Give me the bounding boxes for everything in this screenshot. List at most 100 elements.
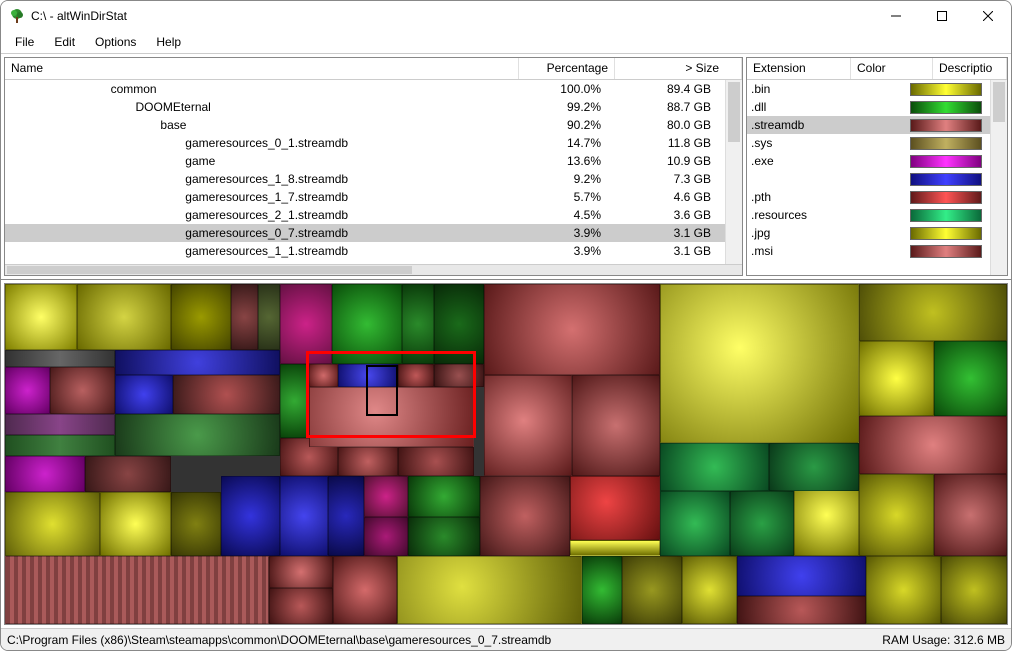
treemap-block[interactable]: [5, 435, 115, 456]
treemap-block[interactable]: [484, 375, 572, 476]
treemap-block[interactable]: [730, 491, 795, 556]
treemap-block[interactable]: [582, 556, 622, 624]
extension-row[interactable]: [747, 170, 990, 188]
file-tree-header[interactable]: Name Percentage > Size: [5, 58, 742, 80]
extension-row[interactable]: .streamdb: [747, 116, 990, 134]
treemap-block[interactable]: [570, 540, 660, 556]
file-row[interactable]: gameresources_0_1.streamdb14.7%11.8 GB: [5, 134, 725, 152]
treemap-block[interactable]: [408, 517, 480, 556]
menu-help[interactable]: Help: [148, 33, 189, 51]
treemap-block[interactable]: [737, 596, 867, 624]
file-list-scrollbar[interactable]: [725, 80, 742, 264]
treemap-block[interactable]: [859, 341, 934, 415]
extension-row[interactable]: .dll: [747, 98, 990, 116]
treemap-block[interactable]: [77, 284, 171, 350]
treemap-block[interactable]: [280, 364, 309, 438]
treemap-block[interactable]: [859, 416, 1007, 474]
treemap-block[interactable]: [572, 375, 660, 476]
extension-list[interactable]: .bin.dll.streamdb.sys.exe .pth.resources.…: [747, 80, 1007, 260]
treemap-block[interactable]: [333, 556, 397, 624]
treemap-block[interactable]: [258, 284, 280, 350]
minimize-button[interactable]: [873, 1, 919, 31]
treemap-block[interactable]: [5, 492, 100, 556]
file-row[interactable]: game13.6%10.9 GB: [5, 152, 725, 170]
treemap-block[interactable]: [5, 350, 115, 367]
treemap-block[interactable]: [622, 556, 682, 624]
treemap-block[interactable]: [570, 476, 660, 540]
menu-options[interactable]: Options: [87, 33, 144, 51]
extension-row[interactable]: .sys: [747, 134, 990, 152]
file-row[interactable]: gameresources_1_7.streamdb5.7%4.6 GB: [5, 188, 725, 206]
menu-edit[interactable]: Edit: [46, 33, 83, 51]
treemap-block[interactable]: [660, 491, 730, 556]
treemap-block[interactable]: [231, 284, 259, 350]
treemap-block[interactable]: [221, 476, 281, 556]
treemap-block[interactable]: [660, 443, 770, 491]
treemap-block[interactable]: [338, 447, 398, 477]
col-extension[interactable]: Extension: [747, 58, 851, 79]
treemap-block[interactable]: [769, 443, 859, 491]
treemap-block[interactable]: [660, 284, 860, 443]
extension-header[interactable]: Extension Color Descriptio: [747, 58, 1007, 80]
treemap-block[interactable]: [280, 476, 328, 556]
treemap-block[interactable]: [480, 476, 570, 556]
treemap-block[interactable]: [737, 556, 867, 596]
extension-row[interactable]: .jpg: [747, 224, 990, 242]
treemap-block[interactable]: [171, 492, 221, 556]
treemap-block[interactable]: [364, 517, 408, 556]
treemap-block[interactable]: [408, 476, 480, 516]
treemap-block[interactable]: [934, 474, 1007, 556]
treemap-block[interactable]: [364, 476, 408, 516]
treemap-block[interactable]: [115, 375, 173, 413]
extension-row[interactable]: .bin: [747, 80, 990, 98]
extension-row[interactable]: .msi: [747, 242, 990, 260]
extension-row[interactable]: .pth: [747, 188, 990, 206]
close-button[interactable]: [965, 1, 1011, 31]
maximize-button[interactable]: [919, 1, 965, 31]
extension-row[interactable]: .exe: [747, 152, 990, 170]
menu-file[interactable]: File: [7, 33, 42, 51]
treemap-block[interactable]: [398, 447, 474, 477]
treemap-block[interactable]: [5, 414, 115, 435]
file-row[interactable]: base90.2%80.0 GB: [5, 116, 725, 134]
col-size[interactable]: > Size: [615, 58, 742, 79]
treemap[interactable]: [4, 283, 1008, 625]
treemap-block[interactable]: [866, 556, 941, 624]
extension-row[interactable]: .resources: [747, 206, 990, 224]
treemap-block[interactable]: [859, 284, 1007, 341]
file-list[interactable]: common100.0%89.4 GB DOOMEternal99.2%88.7…: [5, 80, 742, 264]
treemap-block[interactable]: [484, 284, 660, 375]
treemap-block[interactable]: [173, 375, 281, 413]
titlebar[interactable]: C:\ - altWinDirStat: [1, 1, 1011, 31]
col-color[interactable]: Color: [851, 58, 933, 79]
treemap-block[interactable]: [115, 350, 281, 376]
treemap-block[interactable]: [5, 456, 85, 492]
file-row[interactable]: gameresources_1_1.streamdb3.9%3.1 GB: [5, 242, 725, 260]
col-percentage[interactable]: Percentage: [519, 58, 615, 79]
file-row[interactable]: DOOMEternal99.2%88.7 GB: [5, 98, 725, 116]
treemap-block[interactable]: [397, 556, 582, 624]
treemap-block[interactable]: [5, 284, 77, 350]
treemap-block[interactable]: [85, 456, 171, 492]
treemap-block[interactable]: [171, 284, 231, 350]
treemap-block[interactable]: [5, 367, 50, 414]
treemap-block[interactable]: [682, 556, 737, 624]
file-list-hscroll[interactable]: [5, 264, 742, 275]
col-name[interactable]: Name: [5, 58, 519, 79]
file-row[interactable]: gameresources_0_7.streamdb3.9%3.1 GB: [5, 224, 725, 242]
treemap-block[interactable]: [100, 492, 171, 556]
treemap-block[interactable]: [859, 474, 934, 556]
treemap-block[interactable]: [50, 367, 115, 414]
treemap-block[interactable]: [269, 588, 333, 624]
treemap-block[interactable]: [5, 556, 269, 624]
file-row[interactable]: gameresources_1_8.streamdb9.2%7.3 GB: [5, 170, 725, 188]
extension-scrollbar[interactable]: [990, 80, 1007, 275]
treemap-block[interactable]: [934, 341, 1007, 415]
col-description[interactable]: Descriptio: [933, 58, 1007, 79]
file-row[interactable]: common100.0%89.4 GB: [5, 80, 725, 98]
treemap-block[interactable]: [328, 476, 364, 556]
treemap-block[interactable]: [115, 414, 281, 457]
file-row[interactable]: gameresources_2_1.streamdb4.5%3.6 GB: [5, 206, 725, 224]
treemap-block[interactable]: [941, 556, 1007, 624]
treemap-block[interactable]: [269, 556, 333, 588]
